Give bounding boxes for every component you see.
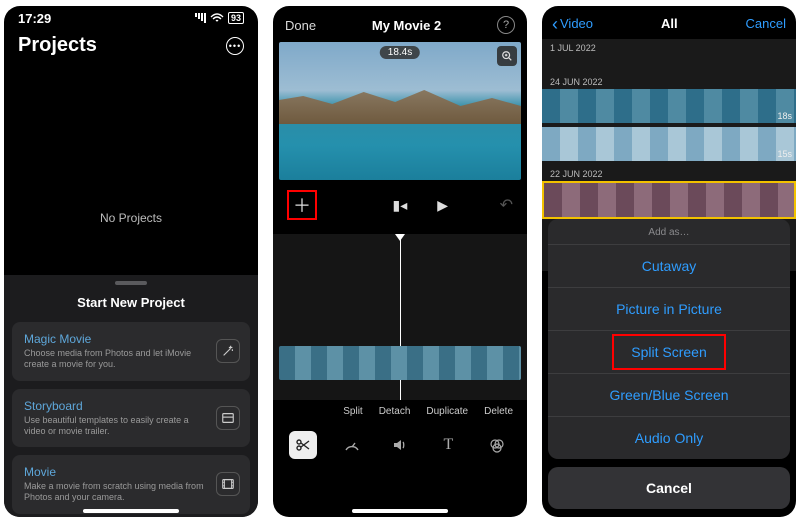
- segment-all[interactable]: All: [661, 16, 678, 31]
- speed-icon[interactable]: [338, 431, 366, 459]
- timeline[interactable]: [273, 234, 527, 400]
- home-indicator[interactable]: [83, 509, 179, 513]
- project-title: My Movie 2: [372, 18, 441, 33]
- action-duplicate[interactable]: Duplicate: [426, 406, 468, 417]
- undo-icon[interactable]: ↶: [500, 195, 513, 215]
- filters-icon[interactable]: [483, 431, 511, 459]
- text-icon[interactable]: T: [434, 431, 462, 459]
- option-sub: Use beautiful templates to easily create…: [24, 415, 210, 438]
- picker-nav: Video All Cancel: [542, 6, 796, 39]
- option-sub: Make a movie from scratch using media fr…: [24, 481, 210, 504]
- storyboard-icon: [216, 406, 240, 430]
- editor-nav: Done My Movie 2 ?: [273, 6, 527, 40]
- new-project-sheet: Start New Project Magic Movie Choose med…: [4, 275, 258, 517]
- sheet-cancel-button[interactable]: Cancel: [548, 467, 790, 509]
- video-preview[interactable]: 18.4s: [279, 42, 521, 180]
- date-label: 22 JUN 2022: [542, 165, 796, 181]
- done-button[interactable]: Done: [285, 18, 316, 33]
- option-storyboard[interactable]: Storyboard Use beautiful templates to ea…: [12, 389, 250, 448]
- header: Projects •••: [4, 30, 258, 63]
- sheet-title: Add as…: [548, 219, 790, 244]
- prev-frame-icon[interactable]: ▮◂: [393, 197, 408, 214]
- preview-mountain: [279, 84, 521, 124]
- clip-thumb[interactable]: 15s: [542, 127, 796, 161]
- play-icon[interactable]: ▶: [437, 197, 448, 214]
- sheet-grabber[interactable]: [115, 281, 147, 285]
- option-pip[interactable]: Picture in Picture: [548, 287, 790, 330]
- battery-icon: 93: [228, 12, 244, 24]
- option-sub: Choose media from Photos and let iMovie …: [24, 348, 210, 371]
- action-split[interactable]: Split: [343, 406, 362, 417]
- option-audio-only[interactable]: Audio Only: [548, 416, 790, 459]
- date-label: 1 JUL 2022: [542, 39, 796, 55]
- add-as-sheet: Add as… Cutaway Picture in Picture Split…: [548, 219, 790, 509]
- zoom-icon[interactable]: [497, 46, 517, 66]
- status-right: 93: [195, 12, 244, 24]
- more-icon[interactable]: •••: [226, 37, 244, 55]
- option-cutaway[interactable]: Cutaway: [548, 244, 790, 287]
- empty-state: No Projects: [4, 211, 258, 225]
- option-title: Movie: [24, 465, 210, 479]
- page-title: Projects: [18, 34, 97, 57]
- action-detach[interactable]: Detach: [379, 406, 411, 417]
- wand-icon: [216, 339, 240, 363]
- playback-row: ＋ ▮◂ ▶ ↶: [273, 180, 527, 228]
- screen-editor: Done My Movie 2 ? 18.4s ＋ ▮◂ ▶ ↶ Split D…: [273, 6, 527, 517]
- help-icon[interactable]: ?: [497, 16, 515, 34]
- clip-thumb[interactable]: 18s: [542, 89, 796, 123]
- option-split-screen[interactable]: Split Screen: [548, 330, 790, 373]
- highlight-add: ＋: [287, 190, 317, 220]
- home-indicator[interactable]: [352, 509, 448, 513]
- cancel-button[interactable]: Cancel: [746, 16, 786, 31]
- date-label: 24 JUN 2022: [542, 73, 796, 89]
- clip-thumb-selected[interactable]: [542, 181, 796, 219]
- option-title: Magic Movie: [24, 332, 210, 346]
- option-title: Storyboard: [24, 399, 210, 413]
- scissors-icon[interactable]: [289, 431, 317, 459]
- add-media-button[interactable]: ＋: [291, 194, 313, 216]
- timeline-clip[interactable]: [279, 346, 521, 380]
- toolbar: T: [273, 421, 527, 475]
- status-time: 17:29: [18, 11, 51, 26]
- status-bar: 17:29 93: [4, 6, 258, 30]
- screen-media-picker: Video All Cancel 1 JUL 2022 24 JUN 2022 …: [542, 6, 796, 517]
- option-green-screen[interactable]: Green/Blue Screen: [548, 373, 790, 416]
- volume-icon[interactable]: [386, 431, 414, 459]
- option-movie[interactable]: Movie Make a movie from scratch using me…: [12, 455, 250, 514]
- sheet-title: Start New Project: [4, 295, 258, 310]
- back-button[interactable]: Video: [552, 16, 593, 31]
- wifi-icon: [210, 13, 224, 23]
- option-magic-movie[interactable]: Magic Movie Choose media from Photos and…: [12, 322, 250, 381]
- signal-icon: [195, 13, 206, 23]
- film-icon: [216, 472, 240, 496]
- clip-actions: Split Detach Duplicate Delete: [273, 400, 527, 421]
- action-delete[interactable]: Delete: [484, 406, 513, 417]
- duration-badge: 18.4s: [380, 46, 420, 59]
- screen-projects: 17:29 93 Projects ••• No Projects Start …: [4, 6, 258, 517]
